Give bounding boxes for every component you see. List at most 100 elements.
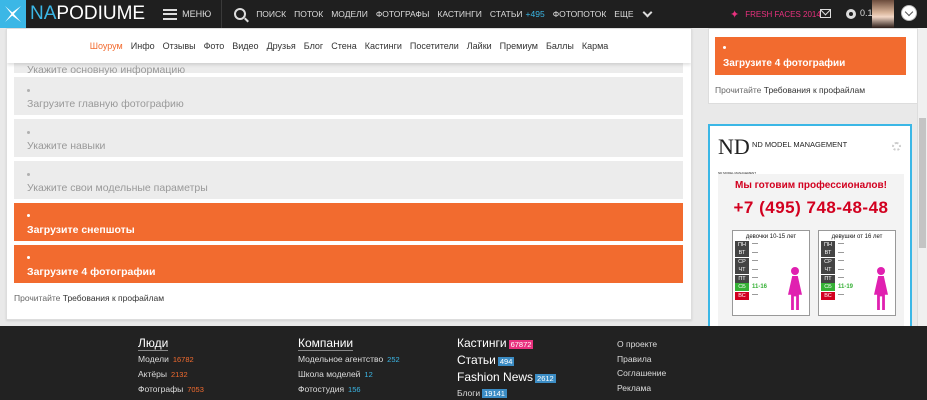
footer-companies-title-text: Компании	[298, 336, 354, 351]
tab-video[interactable]: Видео	[228, 41, 262, 51]
ad-poster[interactable]: Мы готовим профессионалов! +7 (495) 748-…	[718, 174, 904, 332]
articles-count-badge: +495	[525, 9, 545, 19]
footer-link-studio[interactable]: Фотостудия 156	[298, 382, 400, 397]
logo-text: NAPODIUME	[30, 3, 145, 25]
footer-link-school[interactable]: Школа моделей 12	[298, 367, 400, 382]
scroll-up-button[interactable]	[901, 5, 917, 21]
footer-link-articles[interactable]: Статьи 494	[457, 352, 556, 369]
footer-link-castings[interactable]: Кастинги 67872	[457, 335, 556, 352]
nav-castings[interactable]: КАСТИНГИ	[433, 9, 485, 19]
footer-count-badge: 494	[497, 357, 515, 366]
schedule-value: —	[838, 275, 844, 282]
schedule-value: —	[838, 249, 844, 256]
footer: Люди Модели 16782 Актёры 2132 Фотографы 705…	[0, 326, 927, 400]
nav-photographers[interactable]: ФОТОГРАФЫ	[372, 9, 434, 19]
footer-link-photographers[interactable]: Фотографы 7053	[138, 382, 204, 397]
footer-people-title[interactable]: Люди	[138, 336, 204, 351]
nav-divider	[221, 0, 223, 28]
footer-link-rules[interactable]: Правила	[617, 352, 666, 367]
requirements-link[interactable]: Требования к профайлам	[63, 293, 164, 303]
footer-link-actors[interactable]: Актёры 2132	[138, 367, 204, 382]
checklist-item-label: Загрузите главную фотографию	[27, 98, 184, 110]
tab-wall[interactable]: Стена	[327, 41, 361, 51]
requirements-link[interactable]: Требования к профайлам	[764, 85, 865, 95]
checklist-item-label: Загрузите снепшоты	[27, 224, 135, 236]
ad-logo-mark: ND	[718, 134, 750, 159]
tab-friends[interactable]: Друзья	[263, 41, 300, 51]
search-icon[interactable]	[234, 8, 247, 20]
requirements-prefix: Прочитайте	[715, 85, 762, 95]
scrollbar-thumb[interactable]	[919, 118, 926, 248]
footer-count: 252	[387, 355, 400, 364]
avatar[interactable]	[872, 0, 894, 28]
footer-count: 12	[364, 370, 373, 379]
schedule-row: ВТ —	[735, 249, 809, 258]
checklist-item-label: Укажите свои модельные параметры	[27, 182, 208, 194]
footer-companies-title[interactable]: Компании	[298, 336, 400, 351]
right-checklist-item-four-photos[interactable]: Загрузите 4 фотографии	[715, 37, 906, 75]
girl-figure-icon	[787, 267, 803, 311]
tab-karma[interactable]: Карма	[578, 41, 612, 51]
fresh-faces-link[interactable]: ✦ FRESH FACES 2014	[730, 0, 821, 28]
tab-castings[interactable]: Кастинги	[361, 41, 406, 51]
footer-count-badge: 19141	[482, 389, 507, 398]
mail-icon[interactable]	[820, 9, 831, 18]
checklist-item-label: Загрузите 4 фотографии	[27, 266, 156, 278]
footer-link-about[interactable]: О проекте	[617, 337, 666, 352]
schedule-day: ВС	[735, 291, 749, 300]
profile-tabs: Шоурум Инфо Отзывы Фото Видео Друзья Бло…	[7, 29, 691, 63]
checklist-item-model-params[interactable]: Укажите свои модельные параметры	[14, 161, 683, 199]
logo-icon	[0, 0, 26, 28]
fresh-faces-label: FRESH FACES 2014	[745, 9, 821, 19]
site-logo[interactable]: NAPODIUME	[0, 0, 145, 28]
ad-company-name[interactable]: ND MODEL MANAGEMENT	[752, 140, 847, 149]
profile-checklist-panel: Шоурум Инфо Отзывы Фото Видео Друзья Бло…	[6, 28, 692, 320]
nav-search[interactable]: ПОИСК	[252, 9, 290, 19]
gear-icon[interactable]	[846, 9, 856, 19]
footer-media-column: Кастинги 67872 Статьи 494 Fashion News 2612…	[457, 335, 556, 400]
tab-points[interactable]: Баллы	[542, 41, 578, 51]
schedule-row: ВТ —	[821, 249, 895, 258]
ad-settings-icon[interactable]	[892, 142, 901, 151]
menu-button[interactable]: МЕНЮ	[163, 8, 211, 20]
tab-photo[interactable]: Фото	[200, 41, 229, 51]
footer-link-agency[interactable]: Модельное агентство 252	[298, 352, 400, 367]
chevron-down-icon[interactable]	[642, 7, 653, 18]
top-navigation-bar: NAPODIUME МЕНЮ ПОИСК ПОТОК МОДЕЛИ ФОТОГР…	[0, 0, 927, 28]
checklist-item-snapshots[interactable]: Загрузите снепшоты	[14, 203, 683, 241]
footer-link-advertising[interactable]: Реклама	[617, 381, 666, 396]
footer-people-title-text: Люди	[138, 336, 169, 351]
checklist-item-four-photos[interactable]: Загрузите 4 фотографии	[14, 245, 683, 283]
schedule-row: ПН —	[735, 240, 809, 249]
footer-link-label: Фотографы	[138, 384, 184, 394]
footer-companies-column: Компании Модельное агентство 252 Школа мо…	[298, 336, 400, 397]
checklist-item-skills[interactable]: Укажите навыки	[14, 119, 683, 157]
page-scrollbar[interactable]	[917, 28, 927, 326]
nav-models[interactable]: МОДЕЛИ	[327, 9, 372, 19]
footer-link-models[interactable]: Модели 16782	[138, 352, 204, 367]
footer-count-badge: 2612	[535, 374, 556, 383]
star-icon: ✦	[730, 8, 740, 21]
ad-phone: +7 (495) 748-48-48	[733, 198, 889, 217]
bullet-icon	[27, 89, 30, 92]
tab-blog[interactable]: Блог	[300, 41, 327, 51]
footer-link-agreement[interactable]: Соглашение	[617, 366, 666, 381]
nav-articles[interactable]: СТАТЬИ +495	[486, 9, 549, 19]
nav-photostream[interactable]: ФОТОПОТОК	[549, 9, 611, 19]
tab-showroom[interactable]: Шоурум	[86, 41, 127, 51]
nav-stream[interactable]: ПОТОК	[290, 9, 327, 19]
logo-suffix: PODIUME	[56, 3, 146, 24]
tab-info[interactable]: Инфо	[127, 41, 159, 51]
tab-reviews[interactable]: Отзывы	[159, 41, 200, 51]
tab-premium[interactable]: Премиум	[496, 41, 542, 51]
ad-banner[interactable]: ND ND MODEL MANAGEMENT ND MODEL MANAGEMEN…	[708, 124, 912, 334]
nav-more[interactable]: ЕЩЕ	[610, 9, 637, 19]
footer-link-fashion-news[interactable]: Fashion News 2612	[457, 369, 556, 386]
schedule-value: —	[752, 266, 758, 273]
tab-likes[interactable]: Лайки	[463, 41, 496, 51]
tab-visitors[interactable]: Посетители	[406, 41, 463, 51]
schedule-value: 11-16	[752, 283, 768, 290]
footer-link-blogs[interactable]: Блоги 19141	[457, 386, 556, 400]
footer-link-label: Fashion News	[457, 370, 534, 384]
checklist-item-main-photo[interactable]: Загрузите главную фотографию	[14, 77, 683, 115]
